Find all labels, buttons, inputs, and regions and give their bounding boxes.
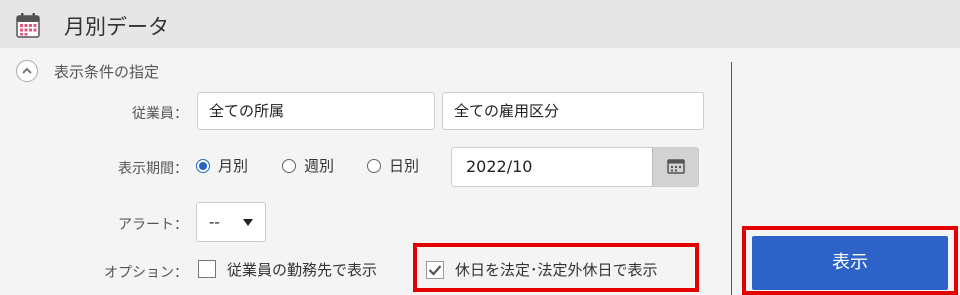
caret-down-icon [243, 219, 253, 226]
period-label: 表示期間： [118, 161, 188, 177]
department-field[interactable]: 全ての所属 [197, 92, 435, 130]
show-button[interactable]: 表示 [752, 236, 948, 290]
check-icon [428, 265, 442, 276]
alert-label: アラート： [118, 217, 188, 233]
page-title: 月別データ [64, 15, 169, 39]
radio-selected[interactable] [196, 158, 210, 173]
period-option-label: 月別 [218, 157, 249, 175]
calendar-button[interactable] [652, 148, 698, 186]
section-title: 表示条件の指定 [54, 63, 160, 81]
calendar-icon [667, 159, 685, 174]
option-label: オプション： [104, 265, 188, 281]
holiday-checkbox-label[interactable]: 休日を法定･法定外休日で表示 [455, 259, 658, 280]
period-radio-weekly[interactable]: 週別 [282, 155, 334, 176]
period-radio-monthly[interactable]: 月別 [196, 155, 248, 176]
employee-label: 従業員： [132, 106, 188, 122]
section-collapse-toggle[interactable] [16, 60, 38, 82]
workplace-checkbox-label[interactable]: 従業員の勤務先で表示 [227, 259, 377, 280]
period-radio-daily[interactable]: 日別 [367, 155, 419, 176]
workplace-checkbox[interactable] [198, 260, 216, 278]
employment-type-field[interactable]: 全ての雇用区分 [442, 92, 704, 130]
radio-unselected[interactable] [282, 158, 296, 173]
month-value[interactable]: 2022/10 [466, 157, 532, 176]
radio-unselected[interactable] [367, 158, 381, 173]
holiday-checkbox[interactable] [426, 261, 444, 279]
alert-value: -- [209, 213, 220, 231]
chevron-up-icon [22, 67, 32, 74]
period-option-label: 週別 [304, 157, 335, 175]
vertical-divider [731, 62, 732, 295]
page-header: 月別データ [0, 0, 960, 48]
alert-select[interactable]: -- [196, 202, 266, 242]
period-option-label: 日別 [389, 157, 420, 175]
month-picker[interactable]: 2022/10 [451, 147, 699, 187]
calendar-icon [16, 12, 40, 38]
